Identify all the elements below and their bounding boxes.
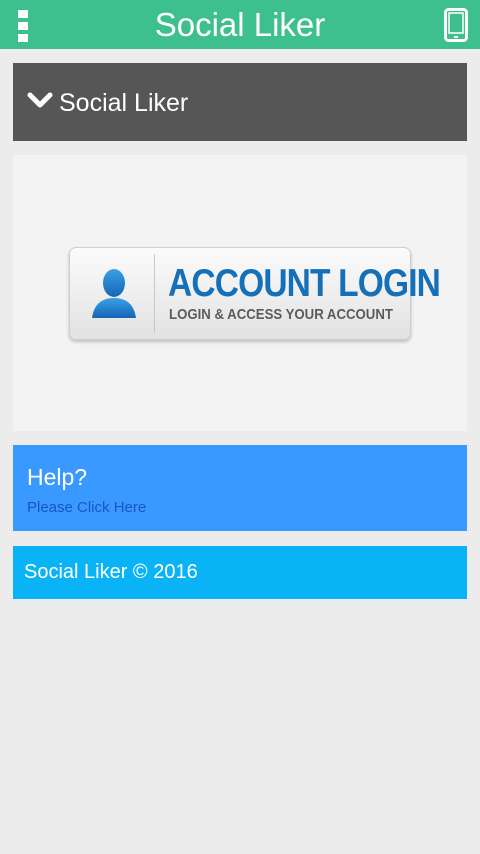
login-card: ACCOUNT LOGIN LOGIN & ACCESS YOUR ACCOUN… — [13, 155, 467, 431]
app-bar: Social Liker — [0, 0, 480, 49]
account-login-title: ACCOUNT LOGIN — [168, 262, 441, 305]
account-login-subtitle: LOGIN & ACCESS YOUR ACCOUNT — [169, 306, 393, 323]
chevron-down-icon — [27, 91, 53, 111]
user-icon — [88, 266, 140, 322]
footer: Social Liker © 2016 — [13, 546, 467, 599]
section-header-title: Social Liker — [59, 89, 189, 117]
help-panel[interactable]: Help? Please Click Here — [13, 445, 467, 531]
help-link[interactable]: Please Click Here — [27, 499, 146, 517]
banner-divider — [154, 254, 155, 333]
account-login-button[interactable]: ACCOUNT LOGIN LOGIN & ACCESS YOUR ACCOUN… — [69, 247, 441, 340]
footer-copyright: Social Liker © 2016 — [24, 561, 198, 583]
smartphone-icon[interactable] — [444, 8, 468, 42]
app-title: Social Liker — [154, 6, 326, 43]
section-header[interactable]: Social Liker — [13, 63, 467, 141]
help-title: Help? — [27, 464, 88, 490]
